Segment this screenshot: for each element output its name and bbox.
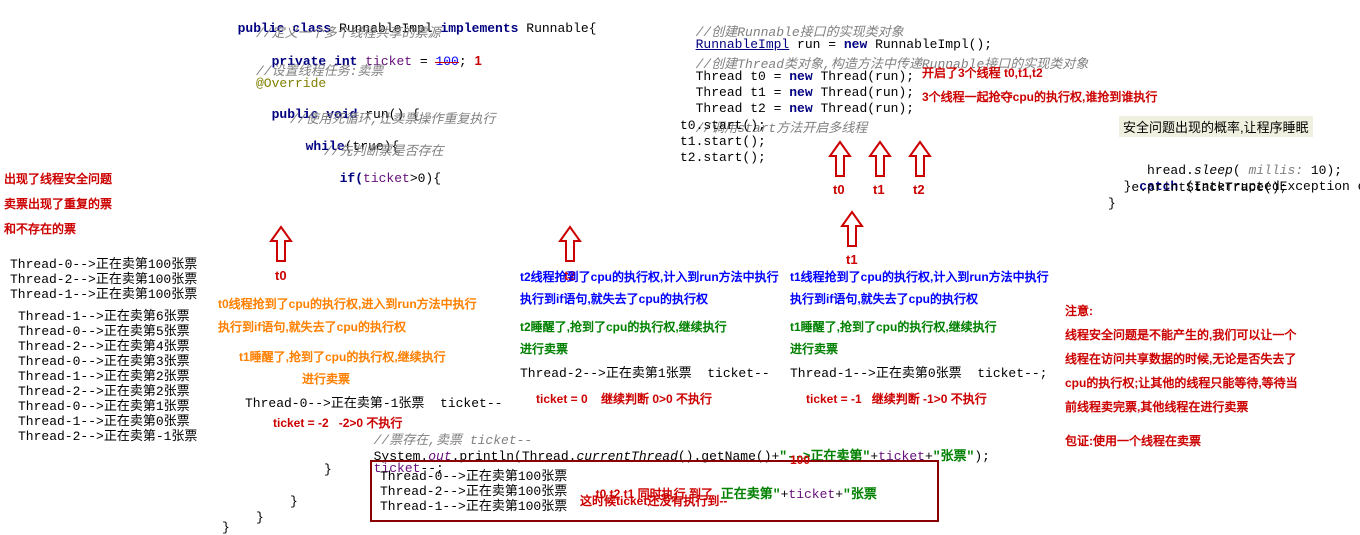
arrow-t2-icon bbox=[558, 225, 582, 265]
arrow-small-t0-label: t0 bbox=[833, 182, 845, 197]
t2-out: Thread-2-->正在卖第1张票 ticket-- bbox=[520, 362, 770, 381]
t1-green-1: t1睡醒了,抢到了cpu的执行权,继续执行 bbox=[790, 318, 997, 335]
brace-4: } bbox=[222, 520, 230, 535]
arrow-small-t1-label: t1 bbox=[873, 182, 885, 197]
box-100: 100 bbox=[790, 453, 810, 467]
t2-green-2: 进行卖票 bbox=[520, 340, 568, 357]
t0-out: Thread-0-->正在卖第-1张票 ticket-- bbox=[245, 392, 502, 411]
t1-green-2: 进行卖票 bbox=[790, 340, 838, 357]
problem-line-1: 出现了线程安全问题 bbox=[4, 170, 112, 187]
box-red-2: 这时候ticket还没有执行到-- bbox=[580, 492, 727, 509]
problem-line-3: 和不存在的票 bbox=[4, 220, 76, 237]
t2-blue-2: 执行到if语句,就失去了cpu的执行权 bbox=[520, 290, 708, 307]
code-if: if(ticket>0){ bbox=[324, 156, 441, 186]
rcode-start1: t1.start(); bbox=[680, 134, 766, 149]
t1-blue-2: 执行到if语句,就失去了cpu的执行权 bbox=[790, 290, 978, 307]
brace-2: } bbox=[290, 494, 298, 509]
note-l3: cpu的执行权;让其他的线程只能等待,等待当 bbox=[1065, 374, 1298, 391]
t2-blue-1: t2线程抢到了cpu的执行权,计入到run方法中执行 bbox=[520, 268, 779, 285]
arrow-t0-label: t0 bbox=[275, 268, 287, 283]
brace-3: } bbox=[256, 510, 264, 525]
arrow-small-t2-icon bbox=[908, 140, 932, 180]
arrow-small-t2-label: t2 bbox=[913, 182, 925, 197]
arrow-t1-icon bbox=[840, 210, 864, 250]
console-100-3: Thread-1-->正在卖第100张票 bbox=[10, 283, 197, 302]
red-right-2: 3个线程一起抢夺cpu的执行权,谁抢到谁执行 bbox=[922, 88, 1157, 105]
note-title: 注意: bbox=[1065, 302, 1093, 319]
code-override: @Override bbox=[256, 76, 326, 91]
arrow-t1-label: t1 bbox=[846, 252, 858, 267]
t1-out: Thread-1-->正在卖第0张票 ticket--; bbox=[790, 362, 1047, 381]
box-out-3: Thread-1-->正在卖第100张票 bbox=[380, 495, 567, 514]
far-right-l4: e.printStackTrace(); bbox=[1108, 180, 1287, 195]
arrow-t0-icon bbox=[269, 225, 293, 265]
t2-red: ticket = 0 继续判断 0>0 不执行 bbox=[536, 390, 712, 407]
red-right-1: 开启了3个线程 t0,t1,t2 bbox=[922, 64, 1043, 81]
t2-green-1: t2睡醒了,抢到了cpu的执行权,继续执行 bbox=[520, 318, 727, 335]
note-l1: 线程安全问题是不能产生的,我们可以让一个 bbox=[1065, 326, 1296, 343]
problem-line-2: 卖票出现了重复的票 bbox=[4, 195, 112, 212]
far-right-l1: 安全问题出现的概率,让程序睡眠 bbox=[1119, 116, 1313, 137]
code-println: System.out.println(Thread.currentThread(… bbox=[358, 430, 990, 464]
t0-orange-4: 进行卖票 bbox=[302, 370, 350, 387]
t1-blue-1: t1线程抢到了cpu的执行权,计入到run方法中执行 bbox=[790, 268, 1049, 285]
t1-red: ticket = -1 继续判断 -1>0 不执行 bbox=[806, 390, 987, 407]
t0-orange-2: 执行到if语句,就失去了cpu的执行权 bbox=[218, 318, 406, 335]
arrow-small-t1-icon bbox=[868, 140, 892, 180]
rcode-start0: t0.start(); bbox=[680, 118, 766, 133]
note-l5: 包证:使用一个线程在卖票 bbox=[1065, 432, 1201, 449]
far-right-l5: } bbox=[1108, 196, 1116, 211]
note-l2: 线程在访问共享数据的时候,无论是否失去了 bbox=[1065, 350, 1296, 367]
arrow-small-t0-icon bbox=[828, 140, 852, 180]
rcode-start2: t2.start(); bbox=[680, 150, 766, 165]
brace-1: } bbox=[324, 462, 332, 477]
t0-orange-1: t0线程抢到了cpu的执行权,进入到run方法中执行 bbox=[218, 295, 477, 312]
console-seq-9: Thread-2-->正在卖第-1张票 bbox=[18, 425, 197, 444]
t0-orange-3: t1睡醒了,抢到了cpu的执行权,继续执行 bbox=[239, 348, 446, 365]
note-l4: 前线程卖完票,其他线程在进行卖票 bbox=[1065, 398, 1248, 415]
